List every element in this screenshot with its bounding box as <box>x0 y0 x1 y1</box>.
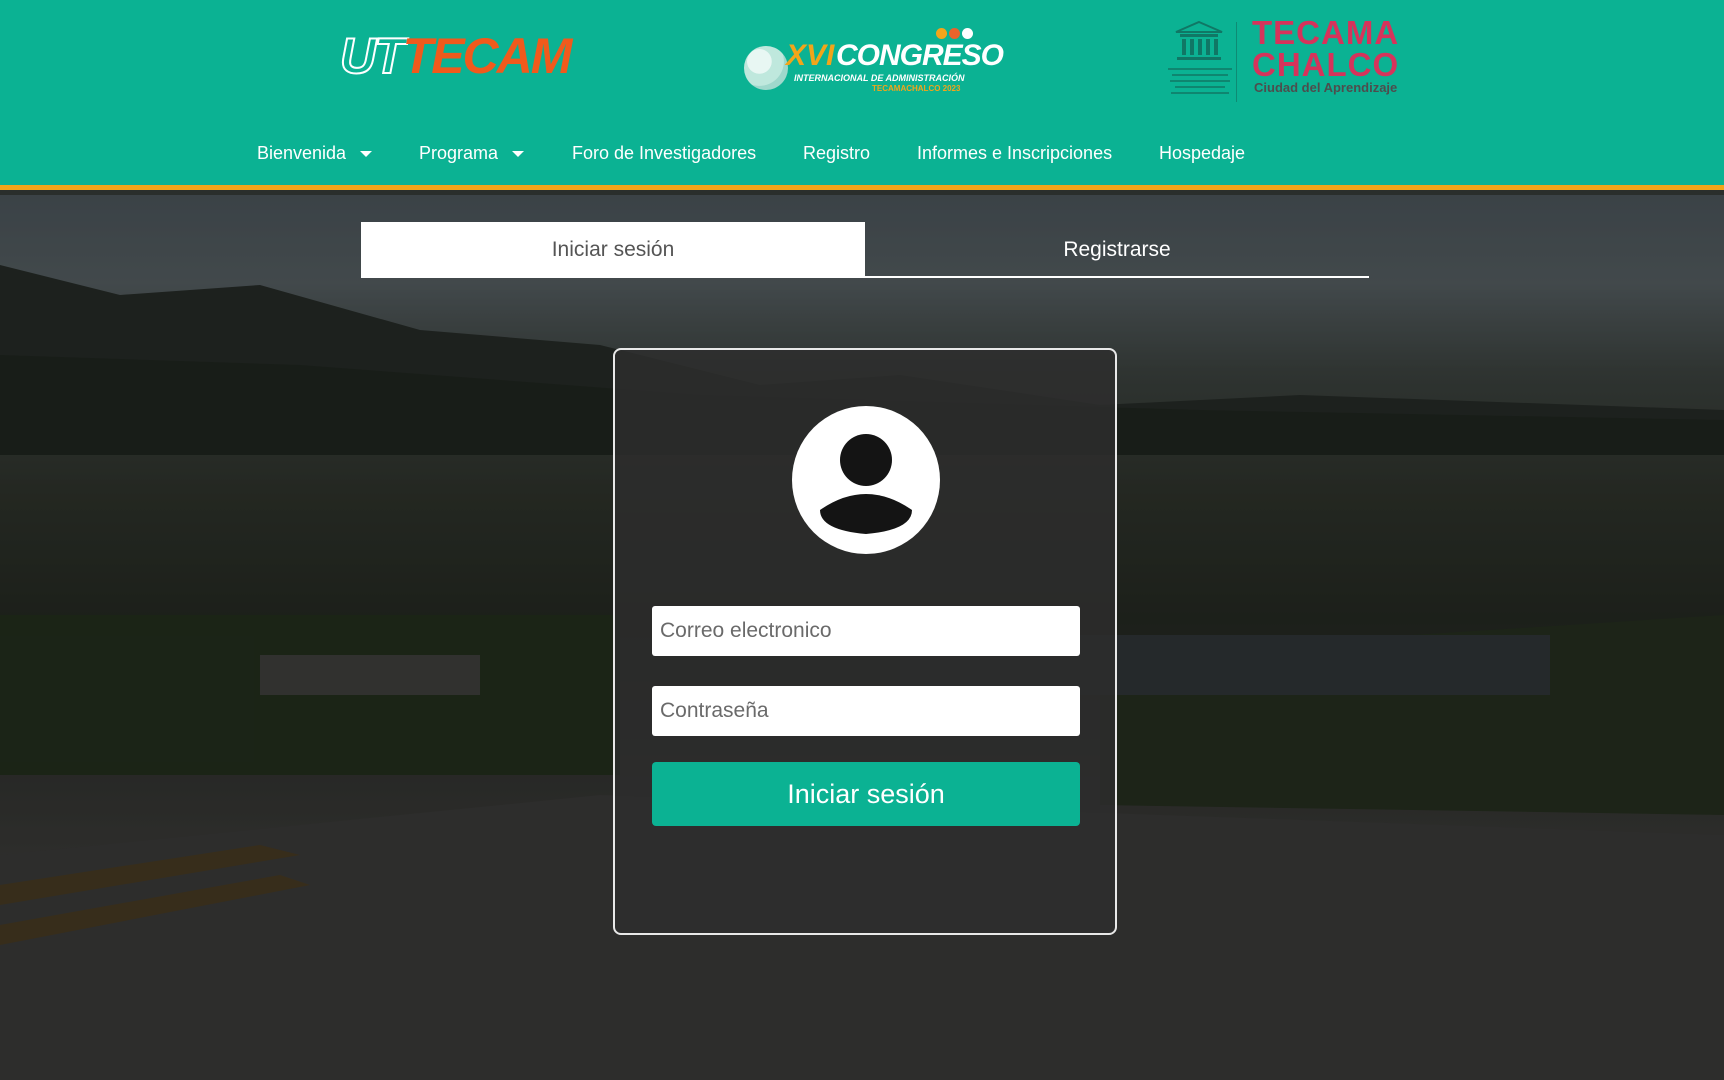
congreso-people-icon <box>936 26 976 40</box>
login-card: Iniciar sesión <box>613 348 1117 935</box>
tab-login[interactable]: Iniciar sesión <box>361 222 865 278</box>
main-nav: Bienvenida Programa Foro de Investigador… <box>0 140 1724 170</box>
unesco-logo <box>1160 20 1240 104</box>
nav-item-hospedaje[interactable]: Hospedaje <box>1159 140 1245 166</box>
tecama-subtitle: Ciudad del Aprendizaje <box>1254 80 1398 95</box>
site-header: UTTECAM XVI CONGRESO INTERNACIONAL DE AD… <box>0 0 1724 190</box>
tecama-line2: CHALCO <box>1252 46 1400 83</box>
nav-item-informes[interactable]: Informes e Inscripciones <box>917 140 1112 166</box>
temple-icon <box>1175 20 1223 60</box>
nav-item-registro[interactable]: Registro <box>803 140 870 166</box>
auth-tabs: Iniciar sesión Registrarse <box>361 222 1369 278</box>
nav-item-label: Programa <box>419 143 499 163</box>
password-field[interactable] <box>652 686 1080 736</box>
email-field[interactable] <box>652 606 1080 656</box>
tecamachalco-logo[interactable]: TECAMA CHALCO Ciudad del Aprendizaje <box>1252 16 1422 100</box>
congreso-tagline: TECAMACHALCO 2023 <box>872 84 961 93</box>
utecam-logo[interactable]: UTTECAM <box>339 28 572 84</box>
congreso-subtitle: INTERNACIONAL DE ADMINISTRACIÓN <box>794 73 965 83</box>
nav-item-label: Registro <box>803 143 871 163</box>
nav-item-label: Hospedaje <box>1159 143 1246 163</box>
tab-register[interactable]: Registrarse <box>865 222 1369 278</box>
nav-item-label: Informes e Inscripciones <box>917 143 1113 163</box>
nav-item-foro[interactable]: Foro de Investigadores <box>572 140 756 166</box>
logo-divider <box>1236 22 1237 102</box>
login-button[interactable]: Iniciar sesión <box>652 762 1080 826</box>
caret-down-icon <box>512 151 525 158</box>
caret-down-icon <box>360 151 373 158</box>
congreso-logo[interactable]: XVI CONGRESO INTERNACIONAL DE ADMINISTRA… <box>744 24 1004 94</box>
globe-icon <box>744 46 788 90</box>
nav-item-programa[interactable]: Programa <box>419 140 525 166</box>
nav-item-label: Bienvenida <box>257 143 347 163</box>
nav-item-label: Foro de Investigadores <box>572 143 757 163</box>
congreso-word: CONGRESO <box>836 39 1004 72</box>
utecam-logo-rest: TECAM <box>402 28 573 84</box>
nav-item-bienvenida[interactable]: Bienvenida <box>257 140 373 166</box>
user-avatar-icon <box>792 406 940 554</box>
utecam-logo-ut: UT <box>339 28 406 84</box>
tecama-line1: TECAMA <box>1252 14 1400 51</box>
congreso-numeral: XVI <box>786 39 835 72</box>
